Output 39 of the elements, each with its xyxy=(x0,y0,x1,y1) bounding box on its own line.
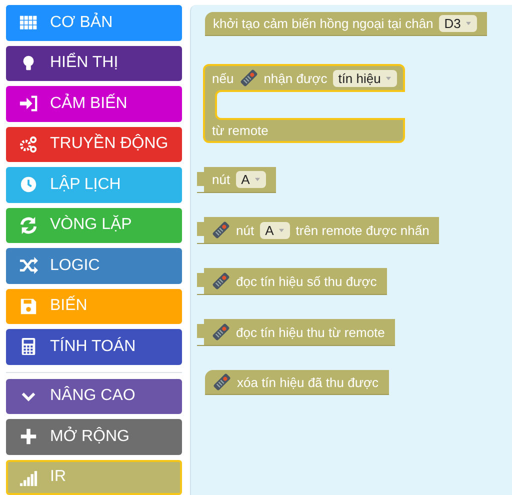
clock-icon xyxy=(19,175,38,194)
category-button[interactable]: NÂNG CAO xyxy=(6,378,182,414)
block-text: nhận được xyxy=(264,70,328,86)
calculator-icon xyxy=(19,337,38,356)
category-button[interactable]: CƠ BẢN xyxy=(6,5,182,40)
category-button[interactable]: MỞ RỘNG xyxy=(6,419,182,454)
dropdown-field[interactable]: A xyxy=(260,222,290,238)
dropdown-field[interactable]: tín hiệu xyxy=(333,70,397,86)
category-button[interactable]: TRUYỀN ĐỘNG xyxy=(6,126,182,162)
block-text: đọc tín hiệu số thu được xyxy=(236,274,377,288)
value-block[interactable]: nút A trên remote được nhấn xyxy=(197,217,440,244)
shuffle-icon xyxy=(19,256,38,276)
block-text: khởi tạo cảm biến hồng ngoại tại chân xyxy=(213,16,434,31)
block-text: nút xyxy=(212,172,230,187)
category-button[interactable]: LOGIC xyxy=(6,248,182,284)
value-block[interactable]: nút A xyxy=(197,167,276,193)
category-button[interactable]: TÍNH TOÁN xyxy=(6,329,182,364)
category-button[interactable]: VÒNG LẶP xyxy=(6,208,182,243)
statement-block[interactable]: khởi tạo cảm biến hồng ngoại tại chân D3 xyxy=(205,12,487,36)
dropdown-field[interactable]: D3 xyxy=(439,15,477,32)
sign-in-icon xyxy=(19,94,38,114)
plus-icon xyxy=(19,427,38,446)
block-text: xóa tín hiệu đã thu được xyxy=(237,374,379,390)
refresh-icon xyxy=(19,216,38,235)
block-text: trên remote được nhấn xyxy=(296,222,430,238)
category-button[interactable]: CẢM BIẾN xyxy=(6,86,182,122)
block-text: đọc tín hiệu thu từ remote xyxy=(236,324,385,340)
gears-icon xyxy=(19,134,38,154)
grid-icon xyxy=(19,13,38,32)
block-text: nút xyxy=(236,222,254,238)
caret-icon xyxy=(384,76,392,80)
category-button[interactable]: HIỂN THỊ xyxy=(6,46,182,81)
dropdown-field[interactable]: A xyxy=(236,171,266,188)
block-text: từ remote xyxy=(212,123,268,138)
block-text: nếu xyxy=(212,70,234,86)
floppy-icon xyxy=(19,296,38,316)
caret-icon xyxy=(278,228,285,232)
caret-icon xyxy=(464,21,472,26)
caret-icon xyxy=(254,177,261,182)
